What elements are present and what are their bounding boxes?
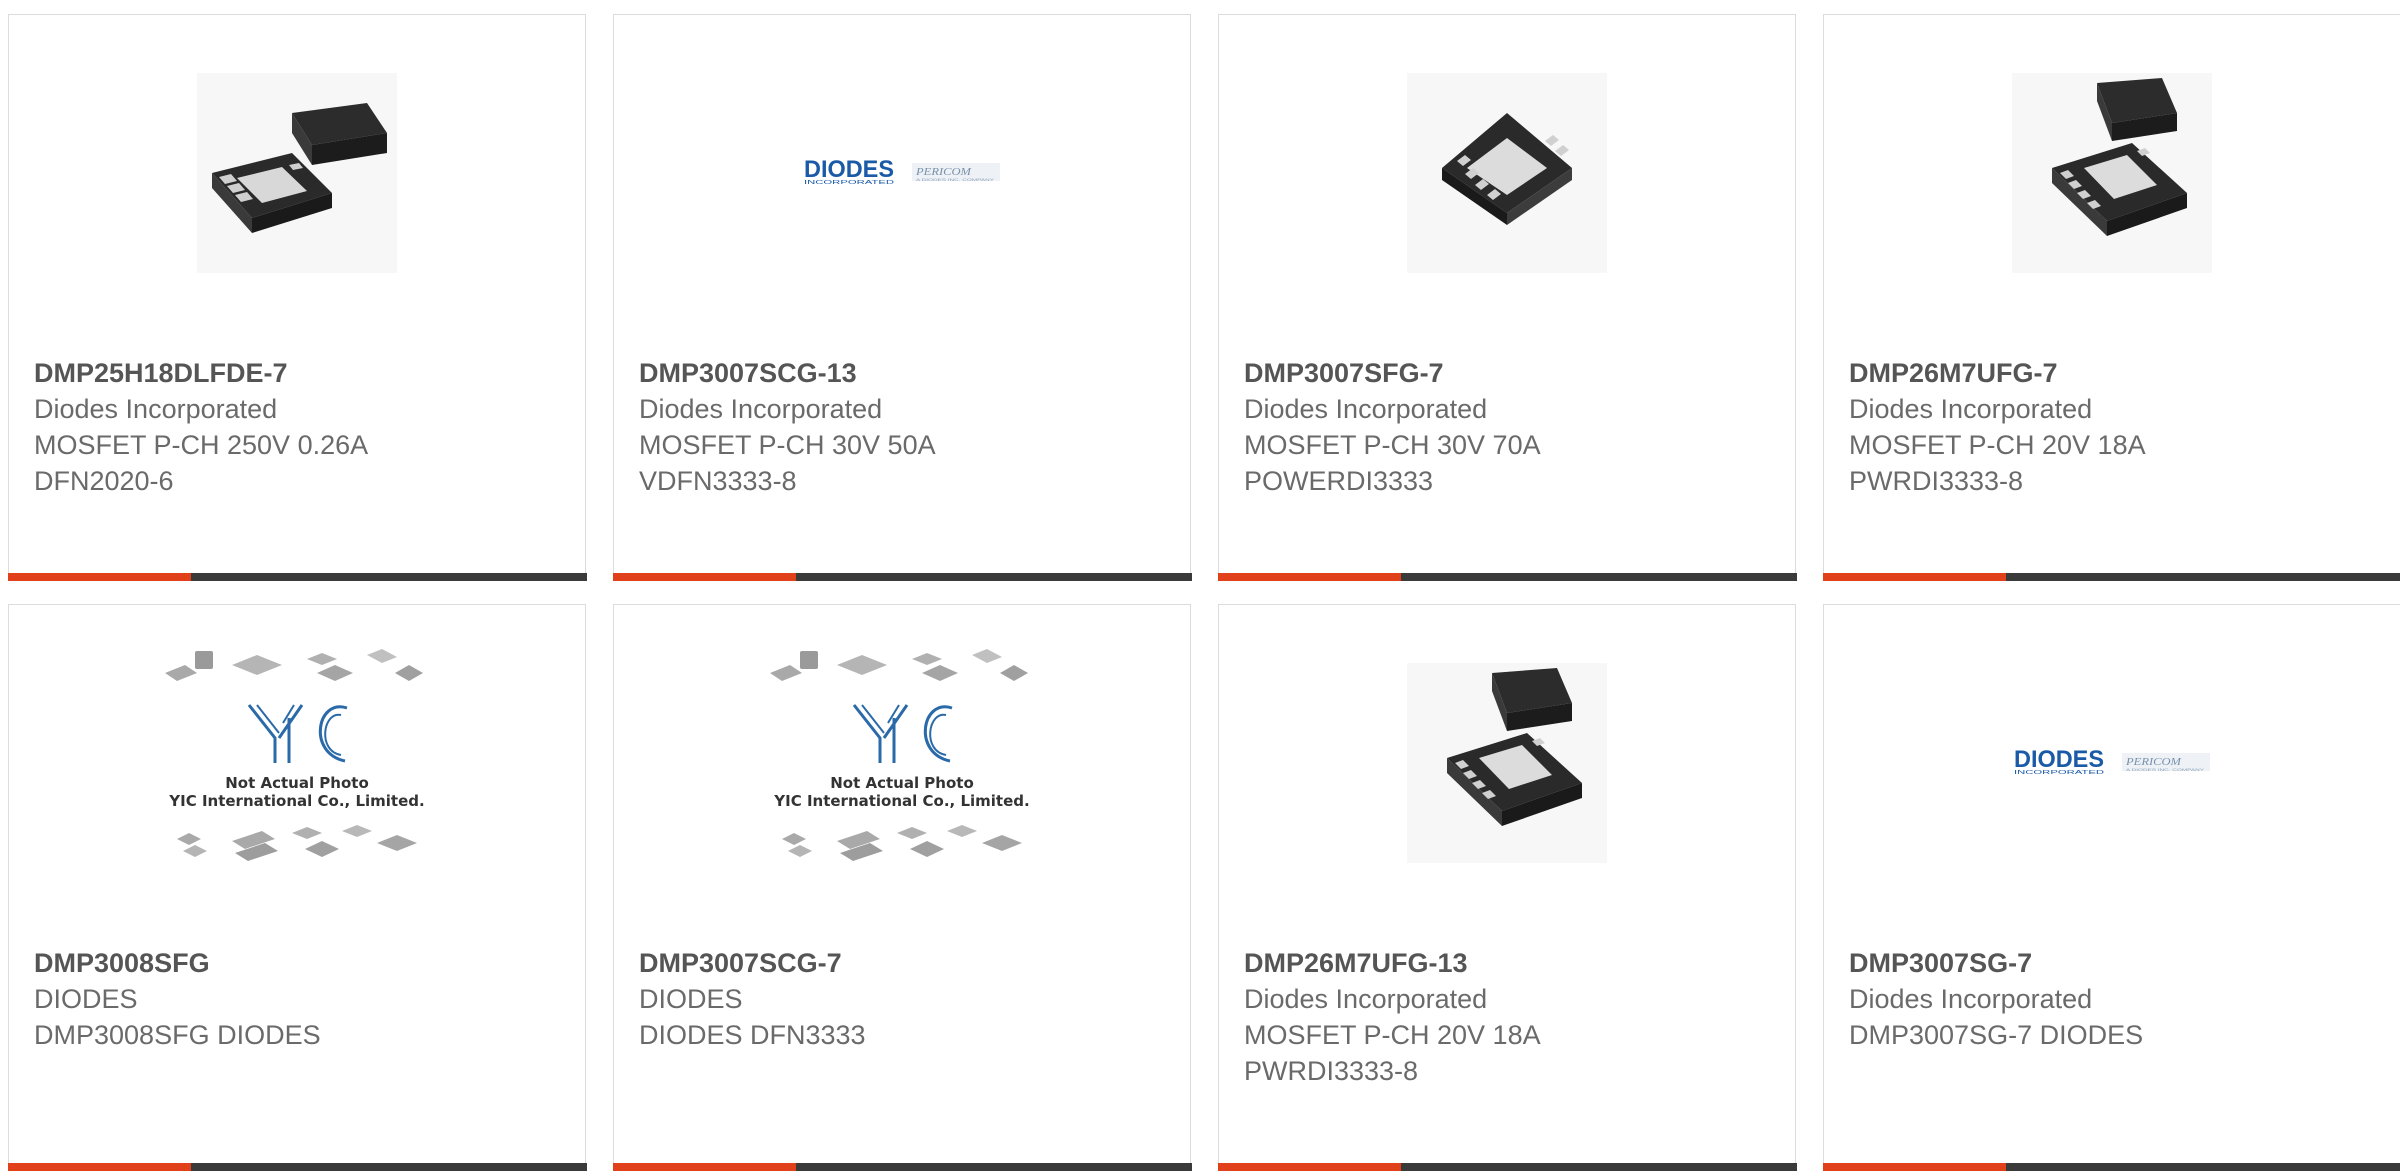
product-description-line: DMP3007SG-7 DIODES	[1849, 1017, 2380, 1053]
product-grid: DMP25H18DLFDE-7Diodes IncorporatedMOSFET…	[8, 14, 2400, 1171]
part-number-link[interactable]: DMP3008SFG	[34, 945, 565, 981]
logo-diodes-subtext: INCORPORATED	[804, 180, 895, 186]
card-bottom-bar	[1218, 573, 1797, 581]
card-accent-bar	[613, 1163, 796, 1171]
manufacturer-name: DIODES	[34, 981, 565, 1017]
pericom-logo: PERICOM A DIODES INC. COMPANY	[912, 163, 1000, 182]
product-description-line: MOSFET P-CH 20V 18A	[1849, 427, 2380, 463]
card-accent-bar	[8, 1163, 191, 1171]
part-number-link[interactable]: DMP3007SFG-7	[1244, 355, 1775, 391]
product-image: Not Actual Photo YIC International Co., …	[762, 643, 1042, 883]
card-bottom-bar	[1823, 1163, 2400, 1171]
card-accent-bar	[1823, 1163, 2006, 1171]
manufacturer-name: Diodes Incorporated	[1849, 981, 2380, 1017]
product-details: DMP26M7UFG-7Diodes IncorporatedMOSFET P-…	[1849, 355, 2380, 499]
product-details: DMP3007SCG-7DIODESDIODES DFN3333	[639, 945, 1170, 1053]
product-card[interactable]: Not Actual Photo YIC International Co., …	[8, 604, 586, 1171]
yic-caption-line-2: YIC International Co., Limited.	[773, 792, 1029, 810]
product-image-container[interactable]: DIODES INCORPORATED PERICOM A DIODES INC…	[802, 73, 1002, 273]
logo-diodes-text: DIODES	[2014, 746, 2104, 773]
yic-caption-line-1: Not Actual Photo	[225, 774, 369, 792]
product-card[interactable]: DMP26M7UFG-13Diodes IncorporatedMOSFET P…	[1218, 604, 1796, 1171]
product-image-container[interactable]: DIODES INCORPORATED PERICOM A DIODES INC…	[2012, 663, 2212, 863]
card-accent-bar	[1218, 1163, 1401, 1171]
product-image	[1407, 73, 1607, 273]
yic-caption-line-2: YIC International Co., Limited.	[168, 792, 424, 810]
diodes-logo: DIODES INCORPORATED	[2014, 746, 2105, 776]
product-image-container[interactable]	[197, 73, 397, 273]
logo-diodes-subtext: INCORPORATED	[2014, 770, 2105, 776]
product-image: DIODES INCORPORATED PERICOM A DIODES INC…	[2012, 663, 2212, 863]
product-details: DMP3007SG-7Diodes IncorporatedDMP3007SG-…	[1849, 945, 2380, 1053]
product-description-line: MOSFET P-CH 20V 18A	[1244, 1017, 1775, 1053]
product-card[interactable]: DMP3007SFG-7Diodes IncorporatedMOSFET P-…	[1218, 14, 1796, 581]
product-description-line: POWERDI3333	[1244, 463, 1775, 499]
product-description-line: DFN2020-6	[34, 463, 565, 499]
manufacturer-name: DIODES	[639, 981, 1170, 1017]
yic-logo	[249, 705, 347, 763]
card-bottom-bar	[8, 573, 587, 581]
product-image-container[interactable]	[1407, 73, 1607, 273]
product-card[interactable]: DIODES INCORPORATED PERICOM A DIODES INC…	[1823, 604, 2400, 1171]
card-accent-bar	[8, 573, 191, 581]
card-accent-bar	[1823, 573, 2006, 581]
product-image-container[interactable]	[2012, 73, 2212, 273]
product-image-container[interactable]: Not Actual Photo YIC International Co., …	[157, 643, 437, 883]
part-number-link[interactable]: DMP3007SCG-7	[639, 945, 1170, 981]
product-description-line: DMP3008SFG DIODES	[34, 1017, 565, 1053]
product-details: DMP3007SFG-7Diodes IncorporatedMOSFET P-…	[1244, 355, 1775, 499]
card-bottom-bar	[613, 573, 1192, 581]
yic-logo	[854, 705, 952, 763]
part-number-link[interactable]: DMP26M7UFG-7	[1849, 355, 2380, 391]
part-number-link[interactable]: DMP26M7UFG-13	[1244, 945, 1775, 981]
diodes-logo: DIODES INCORPORATED	[804, 156, 895, 186]
pericom-logo: PERICOM A DIODES INC. COMPANY	[2122, 753, 2210, 772]
product-description-line: MOSFET P-CH 30V 70A	[1244, 427, 1775, 463]
part-number-link[interactable]: DMP25H18DLFDE-7	[34, 355, 565, 391]
product-details: DMP3007SCG-13Diodes IncorporatedMOSFET P…	[639, 355, 1170, 499]
product-image	[197, 73, 397, 273]
product-card[interactable]: DIODES INCORPORATED PERICOM A DIODES INC…	[613, 14, 1191, 581]
logo-pericom-subtext: A DIODES INC. COMPANY	[2126, 767, 2205, 772]
manufacturer-name: Diodes Incorporated	[1849, 391, 2380, 427]
product-card[interactable]: DMP25H18DLFDE-7Diodes IncorporatedMOSFET…	[8, 14, 586, 581]
product-details: DMP3008SFGDIODESDMP3008SFG DIODES	[34, 945, 565, 1053]
logo-diodes-text: DIODES	[804, 156, 894, 183]
product-card[interactable]: Not Actual Photo YIC International Co., …	[613, 604, 1191, 1171]
card-bottom-bar	[1218, 1163, 1797, 1171]
card-accent-bar	[1218, 573, 1401, 581]
product-description-line: PWRDI3333-8	[1849, 463, 2380, 499]
manufacturer-name: Diodes Incorporated	[1244, 981, 1775, 1017]
product-description-line: DIODES DFN3333	[639, 1017, 1170, 1053]
manufacturer-name: Diodes Incorporated	[1244, 391, 1775, 427]
product-description-line: VDFN3333-8	[639, 463, 1170, 499]
product-card[interactable]: DMP26M7UFG-7Diodes IncorporatedMOSFET P-…	[1823, 14, 2400, 581]
product-description-line: MOSFET P-CH 30V 50A	[639, 427, 1170, 463]
card-bottom-bar	[8, 1163, 587, 1171]
product-image-container[interactable]	[1407, 663, 1607, 863]
part-number-link[interactable]: DMP3007SG-7	[1849, 945, 2380, 981]
product-description-line: PWRDI3333-8	[1244, 1053, 1775, 1089]
logo-pericom-subtext: A DIODES INC. COMPANY	[916, 177, 995, 182]
yic-caption-line-1: Not Actual Photo	[830, 774, 974, 792]
card-bottom-bar	[1823, 573, 2400, 581]
product-description-line: MOSFET P-CH 250V 0.26A	[34, 427, 565, 463]
card-accent-bar	[613, 573, 796, 581]
product-image	[1407, 663, 1607, 863]
manufacturer-name: Diodes Incorporated	[639, 391, 1170, 427]
product-image	[2012, 73, 2212, 273]
card-bottom-bar	[613, 1163, 1192, 1171]
product-details: DMP26M7UFG-13Diodes IncorporatedMOSFET P…	[1244, 945, 1775, 1089]
product-details: DMP25H18DLFDE-7Diodes IncorporatedMOSFET…	[34, 355, 565, 499]
product-image-container[interactable]: Not Actual Photo YIC International Co., …	[762, 643, 1042, 883]
product-image: Not Actual Photo YIC International Co., …	[157, 643, 437, 883]
part-number-link[interactable]: DMP3007SCG-13	[639, 355, 1170, 391]
product-image: DIODES INCORPORATED PERICOM A DIODES INC…	[802, 73, 1002, 273]
manufacturer-name: Diodes Incorporated	[34, 391, 565, 427]
